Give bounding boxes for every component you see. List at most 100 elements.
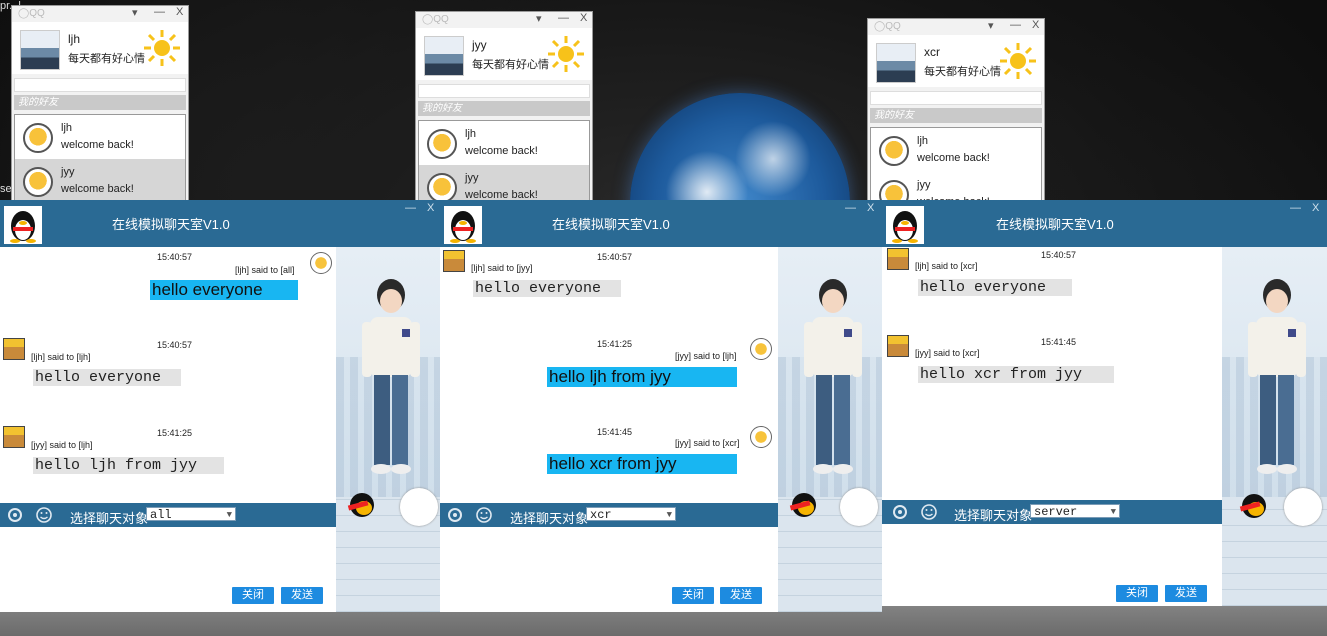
skin-icon[interactable]: ▾ — [536, 12, 542, 25]
chat-titlebar: 在线模拟聊天室V1.0 — X — [882, 200, 1327, 247]
friend-message: welcome back! — [61, 139, 134, 151]
message-area: 15:40:57 [ljh] said to [all] hello every… — [0, 247, 333, 503]
user-avatar[interactable] — [424, 36, 464, 76]
search-input[interactable] — [870, 91, 1042, 105]
close-button[interactable]: X — [1312, 202, 1319, 214]
close-chat-button[interactable]: 关闭 — [672, 587, 714, 604]
friend-list: ljh welcome back! jyy welcome back! — [14, 114, 186, 206]
chevron-down-icon: ▼ — [1110, 507, 1116, 517]
weather-sun-icon — [1000, 43, 1036, 79]
group-header[interactable]: 我的好友 — [14, 95, 186, 110]
panel-titlebar: ◯QQ ▾ — X — [868, 19, 1044, 35]
search-input[interactable] — [418, 84, 590, 98]
user-name: xcr — [924, 45, 940, 59]
close-button[interactable]: X — [867, 202, 874, 214]
close-chat-button[interactable]: 关闭 — [232, 587, 274, 604]
weather-sun-icon — [548, 36, 584, 72]
message-bubble: hello everyone — [150, 280, 298, 300]
message-area: 15:40:57 [ljh] said to [xcr] hello every… — [882, 247, 1222, 500]
message-bubble: hello everyone — [33, 369, 181, 386]
user-mood[interactable]: 每天都有好心情 — [924, 63, 1001, 79]
chat-target-label: 选择聊天对象 — [954, 508, 1033, 523]
settings-gear-icon[interactable] — [446, 506, 464, 524]
friend-item[interactable]: ljh welcome back! — [871, 128, 1041, 172]
close-button[interactable]: X — [427, 202, 434, 214]
user-mood[interactable]: 每天都有好心情 — [472, 56, 549, 72]
emoji-icon[interactable] — [475, 506, 493, 524]
qq-penguin-mascot-icon — [1239, 494, 1266, 518]
message-sender: [ljh] said to [jyy] — [471, 263, 533, 273]
chat-title: 在线模拟聊天室V1.0 — [996, 217, 1114, 232]
friend-avatar-round[interactable] — [1284, 488, 1322, 526]
message-sender: [ljh] said to [ljh] — [31, 352, 91, 362]
minimize-button[interactable]: — — [845, 202, 856, 214]
minimize-button[interactable]: — — [558, 12, 569, 24]
chat-toolbar: 选择聊天对象 all ▼ — [0, 503, 336, 527]
friend-item[interactable]: ljh welcome back! — [15, 115, 185, 159]
message-sender: [jyy] said to [ljh] — [31, 440, 93, 450]
user-avatar[interactable] — [876, 43, 916, 83]
chat-window-ljh: 在线模拟聊天室V1.0 — X 15:40:57 [ljh] said to [… — [0, 200, 440, 612]
character-illustration — [362, 279, 420, 474]
minimize-button[interactable]: — — [1010, 19, 1021, 31]
close-button[interactable]: X — [1032, 19, 1039, 31]
skin-icon[interactable]: ▾ — [988, 19, 994, 32]
friend-name: ljh — [61, 122, 73, 134]
character-illustration — [1248, 279, 1306, 474]
friend-name: jyy — [61, 166, 75, 178]
sender-avatar — [887, 248, 909, 270]
message-bubble: hello ljh from jyy — [547, 367, 737, 387]
minimize-button[interactable]: — — [405, 202, 416, 214]
chat-target-select[interactable]: all ▼ — [146, 507, 236, 522]
friend-panel-jyy: ◯QQ ▾ — X jyy 每天都有好心情 我的好友 ljh welcome b… — [415, 11, 593, 213]
message-bubble: hello xcr from jyy — [918, 366, 1114, 383]
minimize-button[interactable]: — — [154, 6, 165, 18]
chat-window-jyy: 在线模拟聊天室V1.0 — X 15:40:57 [ljh] said to [… — [440, 200, 882, 612]
group-header[interactable]: 我的好友 — [870, 108, 1042, 123]
close-button[interactable]: X — [580, 12, 587, 24]
chat-target-select[interactable]: server ▼ — [1030, 504, 1120, 519]
send-button[interactable]: 发送 — [281, 587, 323, 604]
emoji-icon[interactable] — [920, 503, 938, 521]
qq-logo-icon: ◯QQ — [422, 14, 449, 25]
send-button[interactable]: 发送 — [1165, 585, 1207, 602]
search-input[interactable] — [14, 78, 186, 92]
close-chat-button[interactable]: 关闭 — [1116, 585, 1158, 602]
character-illustration — [804, 279, 862, 474]
user-avatar[interactable] — [20, 30, 60, 70]
qq-penguin-icon — [444, 206, 482, 244]
chat-target-label: 选择聊天对象 — [510, 511, 589, 526]
send-button[interactable]: 发送 — [720, 587, 762, 604]
chat-target-select[interactable]: xcr ▼ — [586, 507, 676, 522]
settings-gear-icon[interactable] — [6, 506, 24, 524]
qq-logo-icon: ◯QQ — [18, 8, 45, 19]
message-time: 15:40:57 — [597, 252, 633, 262]
close-button[interactable]: X — [176, 6, 183, 18]
friend-avatar-round[interactable] — [400, 488, 438, 526]
user-mood[interactable]: 每天都有好心情 — [68, 50, 145, 66]
friend-item[interactable]: jyy welcome back! — [15, 159, 185, 203]
chat-title: 在线模拟聊天室V1.0 — [552, 217, 670, 232]
sender-avatar — [3, 426, 25, 448]
qq-penguin-mascot-icon — [789, 493, 816, 517]
settings-gear-icon[interactable] — [891, 503, 909, 521]
chat-target-value: xcr — [590, 508, 612, 522]
minimize-button[interactable]: — — [1290, 202, 1301, 214]
friend-list: ljh welcome back! jyy welcome back! — [418, 120, 590, 212]
message-input[interactable]: 关闭 发送 — [0, 527, 336, 612]
friend-name: jyy — [917, 179, 931, 191]
user-name: ljh — [68, 32, 81, 46]
chat-toolbar: 选择聊天对象 server ▼ — [882, 500, 1222, 524]
skin-icon[interactable]: ▾ — [132, 6, 138, 19]
friend-avatar-round[interactable] — [840, 488, 878, 526]
friend-message: welcome back! — [917, 152, 990, 164]
friend-name: jyy — [465, 172, 479, 184]
message-input[interactable]: 关闭 发送 — [440, 527, 778, 612]
friend-avatar — [879, 136, 909, 166]
emoji-icon[interactable] — [35, 506, 53, 524]
friend-item[interactable]: ljh welcome back! — [419, 121, 589, 165]
friend-message: welcome back! — [465, 145, 538, 157]
friend-avatar — [427, 173, 457, 203]
group-header[interactable]: 我的好友 — [418, 101, 590, 116]
message-input[interactable]: 关闭 发送 — [882, 524, 1222, 606]
